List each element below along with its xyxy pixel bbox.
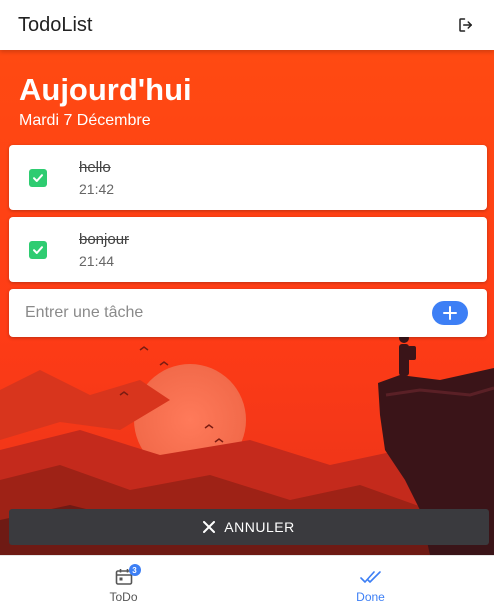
task-checkbox[interactable]: [29, 169, 47, 187]
bottom-navigation: 3 ToDo Done: [0, 555, 494, 613]
app-title: TodoList: [18, 13, 93, 36]
nav-tab-done-label: Done: [356, 590, 385, 604]
main-area: Aujourd'hui Mardi 7 Décembre hello 21:42…: [0, 50, 494, 555]
cancel-button[interactable]: ANNULER: [9, 509, 489, 545]
task-name: bonjour: [79, 231, 130, 248]
task-time: 21:42: [79, 181, 115, 197]
close-icon: [203, 521, 216, 533]
page-header: Aujourd'hui Mardi 7 Décembre: [19, 72, 192, 130]
logout-button[interactable]: [454, 13, 478, 37]
todo-count-badge: 3: [128, 564, 141, 576]
plus-icon: [443, 306, 457, 320]
nav-tab-todo[interactable]: 3 ToDo: [0, 556, 247, 613]
new-task-input[interactable]: [25, 299, 415, 327]
app-bar: TodoList: [0, 0, 494, 50]
task-item[interactable]: bonjour 21:44: [9, 217, 487, 282]
add-task-button[interactable]: [432, 301, 468, 325]
cancel-label: ANNULER: [224, 519, 295, 535]
logout-icon: [459, 18, 472, 32]
task-item[interactable]: hello 21:42: [9, 145, 487, 210]
page-date: Mardi 7 Décembre: [19, 112, 151, 129]
double-check-icon: [359, 571, 381, 583]
nav-tab-todo-label: ToDo: [109, 590, 138, 604]
checkbox-checked-icon: [33, 174, 43, 182]
page-title: Aujourd'hui: [19, 72, 192, 107]
task-name: hello: [79, 159, 111, 176]
nav-tab-done[interactable]: Done: [247, 556, 494, 613]
task-time: 21:44: [79, 253, 115, 269]
task-checkbox[interactable]: [29, 241, 47, 259]
checkbox-checked-icon: [33, 246, 43, 254]
new-task-form: [9, 289, 487, 337]
